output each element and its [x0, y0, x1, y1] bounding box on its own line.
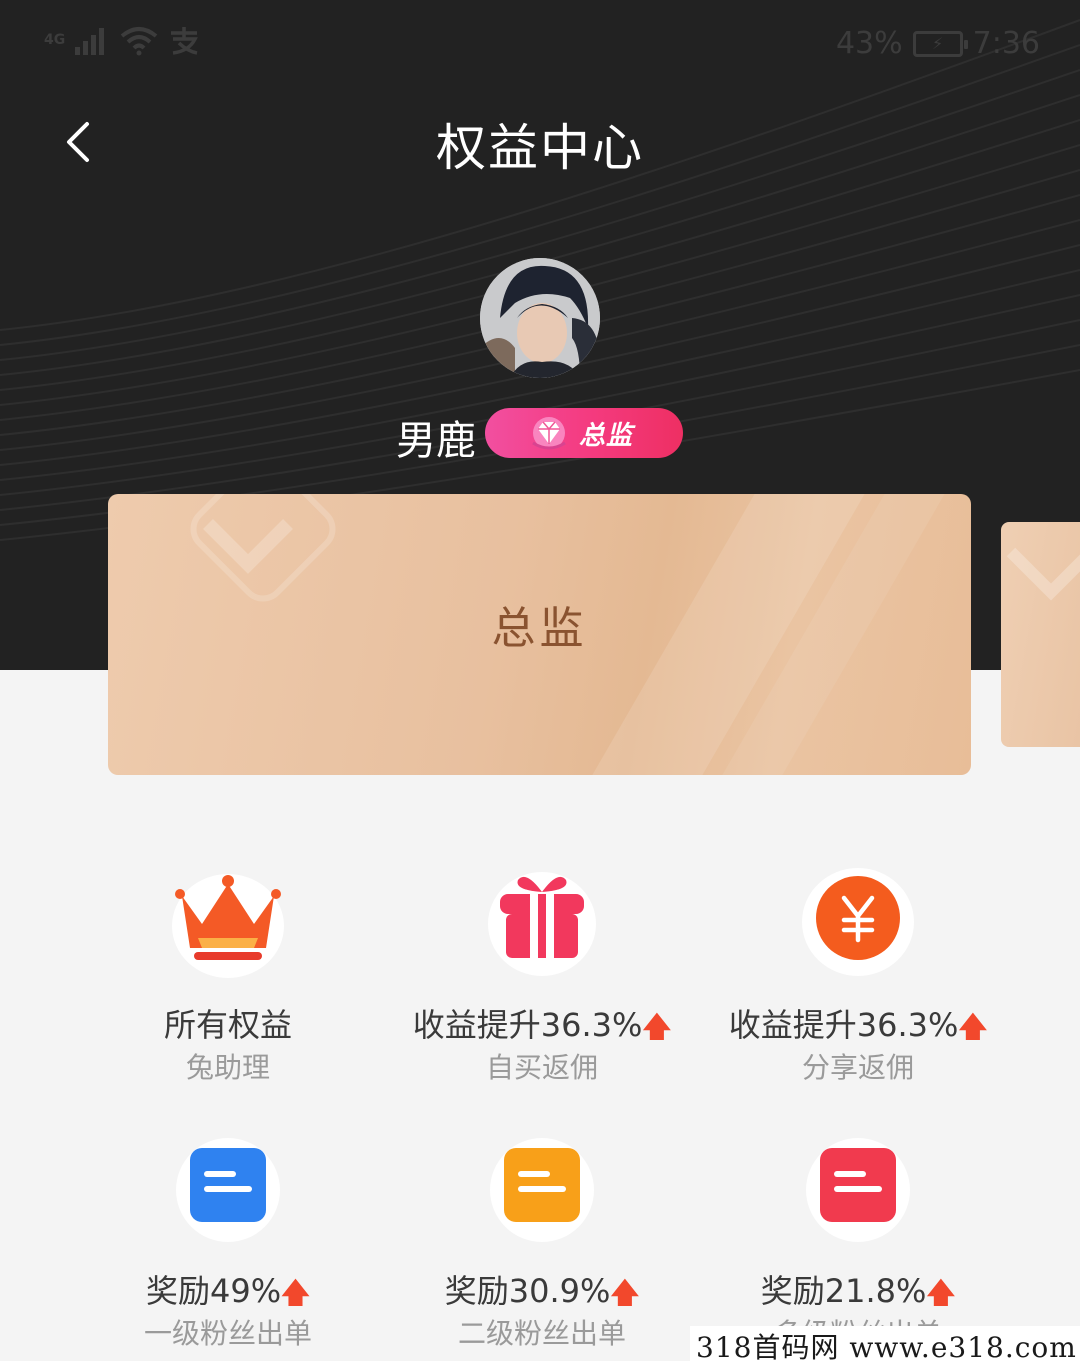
reward-blue-icon: [176, 1138, 280, 1242]
diamond-icon: [532, 417, 566, 450]
yuan-coin-icon: [802, 868, 914, 976]
benefit-item-multi-level-fans[interactable]: 奖励21.8%🡅 多级粉丝出单: [678, 1136, 1038, 1356]
benefit-item-self-purchase[interactable]: 收益提升36.3%🡅 自买返佣: [362, 860, 722, 1090]
clock: 7:36: [972, 26, 1040, 61]
benefit-title: 所有权益: [163, 1006, 292, 1044]
benefit-subtitle: 自买返佣: [485, 1051, 598, 1084]
arrow-up-icon: 🡅: [926, 1276, 956, 1309]
signal-icon: [75, 28, 105, 55]
gift-icon: [488, 872, 596, 976]
arrow-up-icon: 🡅: [958, 1010, 988, 1043]
benefit-subtitle: 二级粉丝出单: [457, 1317, 626, 1350]
level-card-title: 总监: [491, 603, 588, 654]
wifi-icon: [120, 27, 158, 56]
network-type: 4G: [44, 32, 66, 48]
site-watermark: 318首码网 www.e318.com: [690, 1326, 1080, 1361]
benefit-subtitle: 分享返佣: [801, 1051, 914, 1084]
battery-percent: 43%: [835, 26, 903, 61]
benefit-subtitle: 兔助理: [185, 1051, 270, 1084]
level-card-next[interactable]: [1001, 522, 1080, 747]
avatar[interactable]: [480, 258, 600, 378]
arrow-up-icon: 🡅: [281, 1276, 310, 1309]
benefit-item-level2-fans[interactable]: 奖励30.9%🡅 二级粉丝出单: [362, 1136, 722, 1356]
chevron-watermark-icon: [1006, 547, 1080, 601]
benefit-item-all-rights[interactable]: 所有权益 兔助理: [48, 860, 408, 1090]
battery-icon: ⚡: [912, 30, 968, 57]
reward-orange-icon: [490, 1138, 594, 1242]
level-badge: 总监: [485, 408, 683, 458]
benefit-item-share-rebate[interactable]: 收益提升36.3%🡅 分享返佣: [678, 860, 1038, 1090]
benefit-item-level1-fans[interactable]: 奖励49%🡅 一级粉丝出单: [48, 1136, 408, 1356]
arrow-up-icon: 🡅: [610, 1276, 640, 1309]
status-bar: 4G 43% ⚡ 7:36: [0, 0, 1080, 90]
arrow-up-icon: 🡅: [642, 1010, 672, 1043]
crown-icon: [172, 874, 284, 978]
benefit-subtitle: 一级粉丝出单: [143, 1317, 312, 1350]
level-badge-label: 总监: [579, 420, 634, 451]
level-card-current[interactable]: 总监: [108, 494, 971, 775]
username: 男鹿: [396, 418, 476, 464]
page-title: 权益中心: [436, 119, 644, 177]
avatar-image: [480, 258, 600, 378]
reward-red-icon: [806, 1138, 910, 1242]
alipay-icon: [171, 27, 199, 55]
